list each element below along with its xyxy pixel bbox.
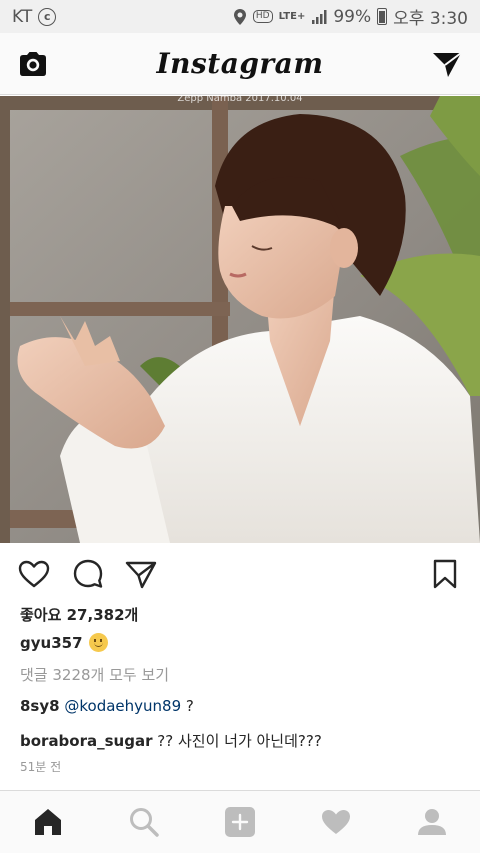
bottom-nav [0,790,480,853]
battery-percent: 99% [333,6,372,27]
lte-badge: LTE+ [278,10,306,22]
comment-username[interactable]: borabora_sugar [20,732,153,750]
paper-plane-icon [433,52,462,77]
carrier-label: KT [12,6,33,27]
comment-username[interactable]: 8sy8 [20,697,60,715]
status-right: HD LTE+ 99% 오후 3:30 [233,4,468,29]
clock: 오후 3:30 [393,9,468,29]
comment-item: borabora_sugar ?? 사진이 너가 아닌데??? [20,730,322,751]
profile-icon [418,809,446,835]
location-icon [233,8,246,25]
heart-outline-icon [18,560,50,588]
comment-button[interactable] [71,557,105,591]
post-action-bar [0,553,480,595]
save-button[interactable] [428,557,462,591]
author-username[interactable]: gyu357 [20,634,83,652]
nav-activity[interactable] [319,805,353,839]
activity-heart-icon [322,810,350,834]
post-timestamp: 51분 전 [20,760,62,774]
hd-badge: HD [252,10,273,23]
home-icon [35,809,61,835]
add-post-icon [225,807,255,837]
likes-count[interactable]: 좋아요 27,382개 [20,604,138,625]
photo-image [0,96,480,543]
camera-icon [20,52,46,76]
app-header: Instagram [0,33,480,95]
comment-bubble-icon [73,559,103,588]
post-photo[interactable]: Zepp Namba 2017.10.04 [0,96,480,543]
post-caption: gyu357 [20,633,108,652]
app-title: Instagram [156,47,324,80]
battery-icon [377,8,388,25]
like-button[interactable] [17,557,51,591]
smiley-emoji-icon [88,633,108,652]
comment-text: ? [185,697,194,715]
signal-icon [312,9,327,24]
view-all-comments-link[interactable]: 댓글 3228개 모두 보기 [20,664,169,685]
comment-mention[interactable]: @kodaehyun89 [64,697,181,715]
share-button[interactable] [124,557,158,591]
nav-profile[interactable] [415,805,449,839]
bookmark-icon [433,559,457,589]
search-icon [130,808,159,837]
nav-search[interactable] [127,805,161,839]
photo-caption: Zepp Namba 2017.10.04 [177,96,303,104]
status-bar: KT c HD LTE+ 99% 오후 3:30 [0,0,480,33]
comment-text: ?? 사진이 너가 아닌데??? [157,732,322,750]
camera-button[interactable] [16,47,50,81]
carrier-c-icon: c [38,7,57,26]
comment-item: 8sy8 @kodaehyun89 ? [20,697,194,715]
nav-home[interactable] [31,805,65,839]
nav-add-post[interactable] [223,805,257,839]
paper-plane-icon [125,561,157,589]
status-left: KT c [12,6,57,27]
direct-message-button[interactable] [430,47,464,81]
